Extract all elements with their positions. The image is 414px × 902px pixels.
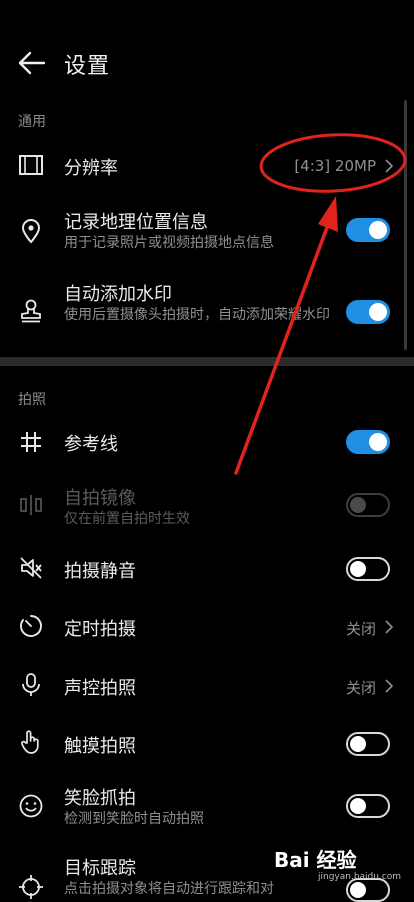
touch-title: 触摸拍照 [64,736,136,757]
smiley-face-icon [19,794,43,818]
toggle-knob [369,221,387,239]
resolution-title: 分辨率 [64,158,118,179]
setting-voice[interactable]: 声控拍照 关闭 [0,657,414,713]
film-frame-icon [19,155,43,175]
baidu-jingyan-watermark: Bai 经验 jingyan.baidu.com [274,842,401,892]
watermark-subtitle: 使用后置摄像头拍摄时，自动添加荣耀水印 [64,307,330,323]
stamp-icon [21,299,41,323]
toggle-knob [350,561,366,577]
header: 设置 [0,38,414,88]
setting-touch[interactable]: 触摸拍照 [0,715,414,771]
chevron-right-icon [385,679,394,693]
smile-toggle[interactable] [346,794,390,818]
setting-mute[interactable]: 拍摄静音 [0,540,414,596]
toggle-knob [350,798,366,814]
setting-resolution[interactable]: 分辨率 [4:3] 20MP [0,138,414,194]
watermark-title: 自动添加水印 [64,284,172,305]
page-title: 设置 [64,54,111,79]
timer-title: 定时拍摄 [64,619,136,640]
setting-watermark[interactable]: 自动添加水印 使用后置摄像头拍摄时，自动添加荣耀水印 [0,276,414,356]
mute-toggle[interactable] [346,557,390,581]
chevron-right-icon [385,159,394,173]
location-toggle[interactable] [346,218,390,242]
mirror-title: 自拍镜像 [64,488,136,509]
timer-value: 关闭 [345,620,376,638]
watermark-brand: Bai 经验 [274,848,357,872]
watermark-toggle[interactable] [346,300,390,324]
section-divider [0,357,414,366]
location-pin-icon [21,219,41,244]
gridlines-title: 参考线 [64,434,118,455]
voice-title: 声控拍照 [64,678,136,699]
microphone-icon [22,673,40,696]
mirror-icon [20,495,42,515]
mute-title: 拍摄静音 [64,561,136,582]
touch-hand-icon [21,730,39,754]
target-crosshair-icon [19,875,43,899]
voice-value: 关闭 [345,679,376,697]
location-subtitle: 用于记录照片或视频拍摄地点信息 [64,235,274,251]
smile-title: 笑脸抓拍 [64,788,136,809]
back-arrow-icon[interactable] [14,46,48,80]
touch-toggle[interactable] [346,732,390,756]
toggle-knob [369,303,387,321]
setting-mirror[interactable]: 自拍镜像 仅在前置自拍时生效 [0,478,414,534]
toggle-knob [369,433,387,451]
section-label-photo: 拍照 [18,392,46,408]
setting-smile[interactable]: 笑脸抓拍 检测到笑脸时自动拍照 [0,778,414,838]
mirror-subtitle: 仅在前置自拍时生效 [64,511,190,527]
grid-icon [21,432,41,452]
setting-gridlines[interactable]: 参考线 [0,414,414,470]
watermark-url: jingyan.baidu.com [318,872,402,882]
tracking-title: 目标跟踪 [64,858,136,879]
setting-timer[interactable]: 定时拍摄 关闭 [0,598,414,654]
mirror-toggle[interactable] [346,493,390,517]
timer-icon [20,615,42,637]
chevron-right-icon [385,620,394,634]
resolution-value: [4:3] 20MP [294,157,376,175]
location-title: 记录地理位置信息 [64,212,208,233]
gridlines-toggle[interactable] [346,430,390,454]
smile-subtitle: 检测到笑脸时自动拍照 [64,811,204,827]
section-label-general: 通用 [18,114,46,130]
speaker-muted-icon [20,557,42,579]
toggle-knob [350,736,366,752]
setting-location[interactable]: 记录地理位置信息 用于记录照片或视频拍摄地点信息 [0,200,414,264]
toggle-knob [350,497,366,513]
